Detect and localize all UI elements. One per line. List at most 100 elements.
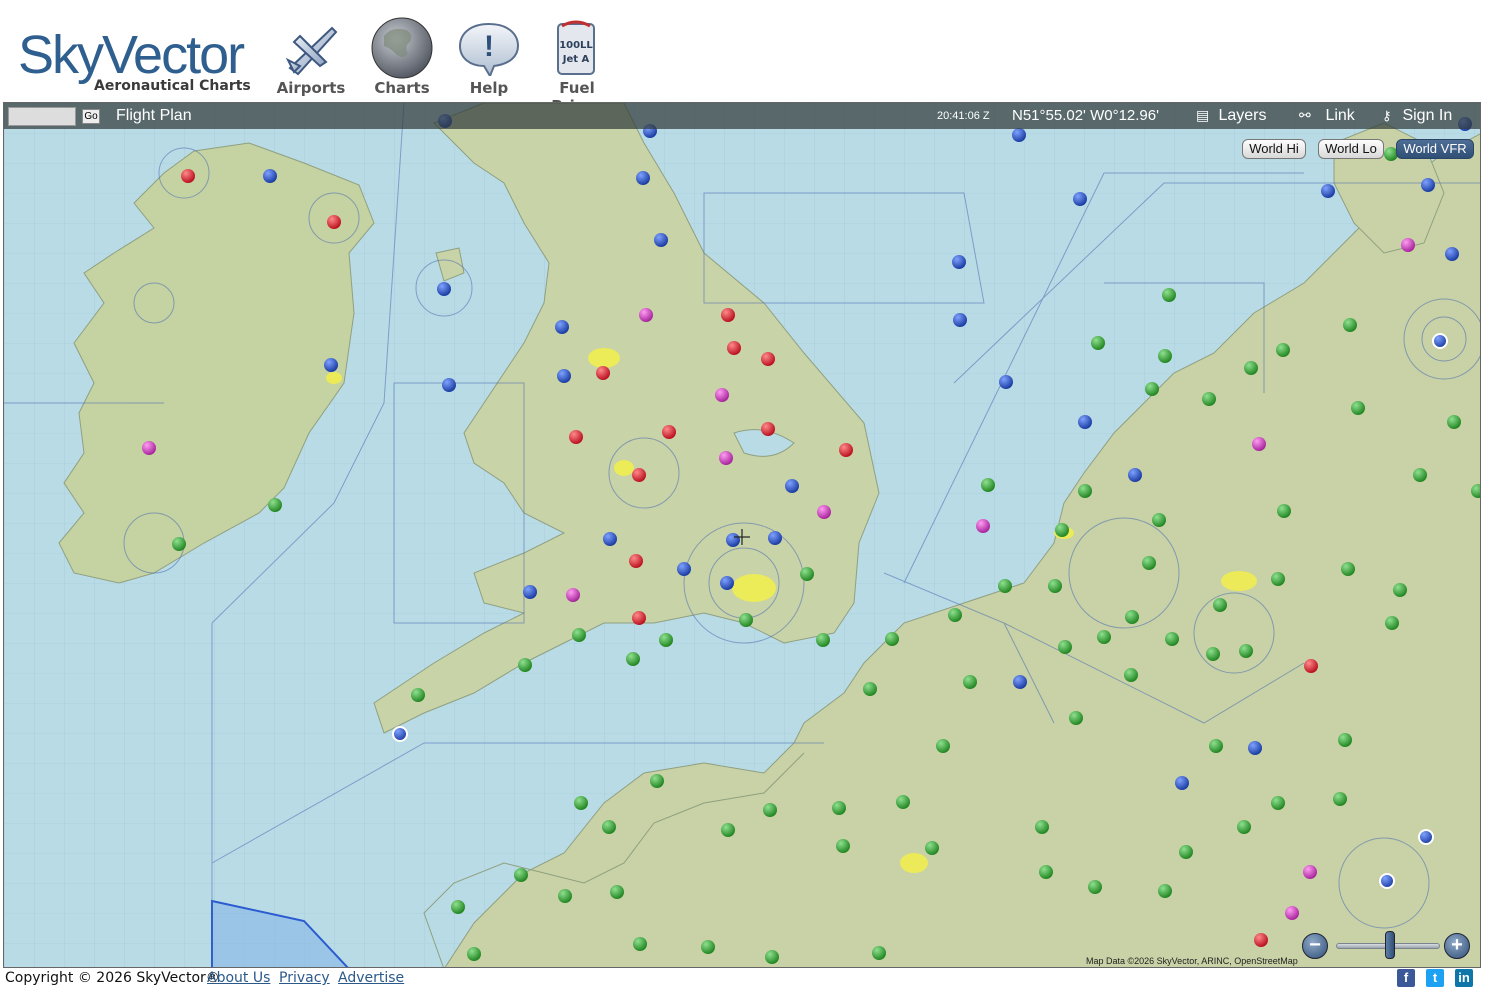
airport-marker[interactable] xyxy=(1179,845,1193,859)
airport-marker[interactable] xyxy=(1303,865,1317,879)
airport-marker[interactable] xyxy=(1073,192,1087,206)
airport-marker[interactable] xyxy=(1091,336,1105,350)
airport-marker[interactable] xyxy=(1048,579,1062,593)
aeronautical-map[interactable]: Go Flight Plan 20:41:06 Z N51°55.02' W0°… xyxy=(3,102,1481,968)
airport-marker[interactable] xyxy=(602,820,616,834)
airport-marker[interactable] xyxy=(925,841,939,855)
airport-marker[interactable] xyxy=(936,739,950,753)
airport-marker[interactable] xyxy=(1128,468,1142,482)
airport-marker[interactable] xyxy=(1341,562,1355,576)
linkedin-icon[interactable]: in xyxy=(1455,969,1473,987)
airport-marker[interactable] xyxy=(768,531,782,545)
airport-marker[interactable] xyxy=(719,451,733,465)
airport-marker[interactable] xyxy=(1202,392,1216,406)
airport-marker[interactable] xyxy=(765,950,779,964)
airport-marker[interactable] xyxy=(1078,484,1092,498)
airport-marker[interactable] xyxy=(1271,572,1285,586)
airport-marker[interactable] xyxy=(1445,247,1459,261)
airport-marker[interactable] xyxy=(715,388,729,402)
airport-marker[interactable] xyxy=(1277,504,1291,518)
airport-marker[interactable] xyxy=(1254,933,1268,947)
airport-marker[interactable] xyxy=(327,215,341,229)
airport-marker[interactable] xyxy=(1069,711,1083,725)
airport-marker[interactable] xyxy=(1175,776,1189,790)
chart-world-hi-button[interactable]: World Hi xyxy=(1242,139,1306,159)
airport-marker[interactable] xyxy=(785,479,799,493)
nav-help-button[interactable]: ! Help xyxy=(454,16,524,100)
airport-marker[interactable] xyxy=(1124,668,1138,682)
link-button[interactable]: ⚯ Link xyxy=(1299,107,1355,125)
chart-world-lo-button[interactable]: World Lo xyxy=(1318,139,1384,159)
zoom-slider-thumb[interactable] xyxy=(1385,931,1396,959)
about-us-link[interactable]: About Us xyxy=(207,970,270,986)
airport-marker[interactable] xyxy=(1206,647,1220,661)
airport-marker[interactable] xyxy=(181,169,195,183)
chart-world-vfr-button[interactable]: World VFR xyxy=(1396,139,1474,159)
airport-marker[interactable] xyxy=(632,611,646,625)
nav-fuel-prices-button[interactable]: 100LL Jet A Fuel Prices xyxy=(534,16,620,115)
airport-marker[interactable] xyxy=(872,946,886,960)
airport-marker[interactable] xyxy=(863,682,877,696)
airport-marker[interactable] xyxy=(572,628,586,642)
airport-marker[interactable] xyxy=(1244,361,1258,375)
airport-marker[interactable] xyxy=(268,498,282,512)
airport-marker[interactable] xyxy=(720,576,734,590)
airport-marker[interactable] xyxy=(1338,733,1352,747)
airport-marker[interactable] xyxy=(1343,318,1357,332)
zoom-in-button[interactable]: + xyxy=(1444,933,1470,959)
airport-marker[interactable] xyxy=(1304,659,1318,673)
airport-marker[interactable] xyxy=(1152,513,1166,527)
airport-marker[interactable] xyxy=(574,796,588,810)
airport-marker[interactable] xyxy=(1421,178,1435,192)
airport-marker[interactable] xyxy=(650,774,664,788)
privacy-link[interactable]: Privacy xyxy=(279,970,330,986)
airport-marker[interactable] xyxy=(1145,382,1159,396)
airport-marker[interactable] xyxy=(800,567,814,581)
sign-in-button[interactable]: ⚷ Sign In xyxy=(1382,107,1452,125)
airport-marker[interactable] xyxy=(557,369,571,383)
airport-marker[interactable] xyxy=(1013,675,1027,689)
nav-charts-button[interactable]: Charts xyxy=(368,16,436,100)
airport-marker[interactable] xyxy=(998,579,1012,593)
facebook-icon[interactable]: f xyxy=(1397,969,1415,987)
airport-marker[interactable] xyxy=(726,533,740,547)
airport-marker[interactable] xyxy=(1351,401,1365,415)
airport-marker[interactable] xyxy=(632,468,646,482)
airport-marker[interactable] xyxy=(451,900,465,914)
airport-marker[interactable] xyxy=(514,868,528,882)
airport-marker[interactable] xyxy=(569,430,583,444)
skyvector-logo[interactable]: SkyVector Aeronautical Charts xyxy=(18,28,258,98)
airport-marker[interactable] xyxy=(721,823,735,837)
airport-marker[interactable] xyxy=(1012,128,1026,142)
airport-marker[interactable] xyxy=(1393,583,1407,597)
airport-marker[interactable] xyxy=(1418,829,1434,845)
airport-marker[interactable] xyxy=(763,803,777,817)
airport-marker[interactable] xyxy=(727,341,741,355)
airport-marker[interactable] xyxy=(392,726,408,742)
airport-marker[interactable] xyxy=(1078,415,1092,429)
airport-marker[interactable] xyxy=(976,519,990,533)
go-button[interactable]: Go xyxy=(82,109,100,124)
airport-marker[interactable] xyxy=(761,422,775,436)
airport-marker[interactable] xyxy=(1055,523,1069,537)
airport-marker[interactable] xyxy=(1142,556,1156,570)
airport-marker[interactable] xyxy=(1058,640,1072,654)
airport-marker[interactable] xyxy=(1213,598,1227,612)
airport-marker[interactable] xyxy=(626,652,640,666)
airport-marker[interactable] xyxy=(555,320,569,334)
airport-marker[interactable] xyxy=(558,889,572,903)
airport-marker[interactable] xyxy=(677,562,691,576)
airport-marker[interactable] xyxy=(839,443,853,457)
airport-marker[interactable] xyxy=(1088,880,1102,894)
airport-marker[interactable] xyxy=(523,585,537,599)
airport-marker[interactable] xyxy=(1239,644,1253,658)
airport-marker[interactable] xyxy=(832,801,846,815)
airport-marker[interactable] xyxy=(1321,184,1335,198)
airport-marker[interactable] xyxy=(629,554,643,568)
airport-marker[interactable] xyxy=(142,441,156,455)
airport-marker[interactable] xyxy=(952,255,966,269)
map-canvas[interactable] xyxy=(4,103,1481,968)
airport-marker[interactable] xyxy=(636,171,650,185)
airport-marker[interactable] xyxy=(1209,739,1223,753)
airport-marker[interactable] xyxy=(817,505,831,519)
